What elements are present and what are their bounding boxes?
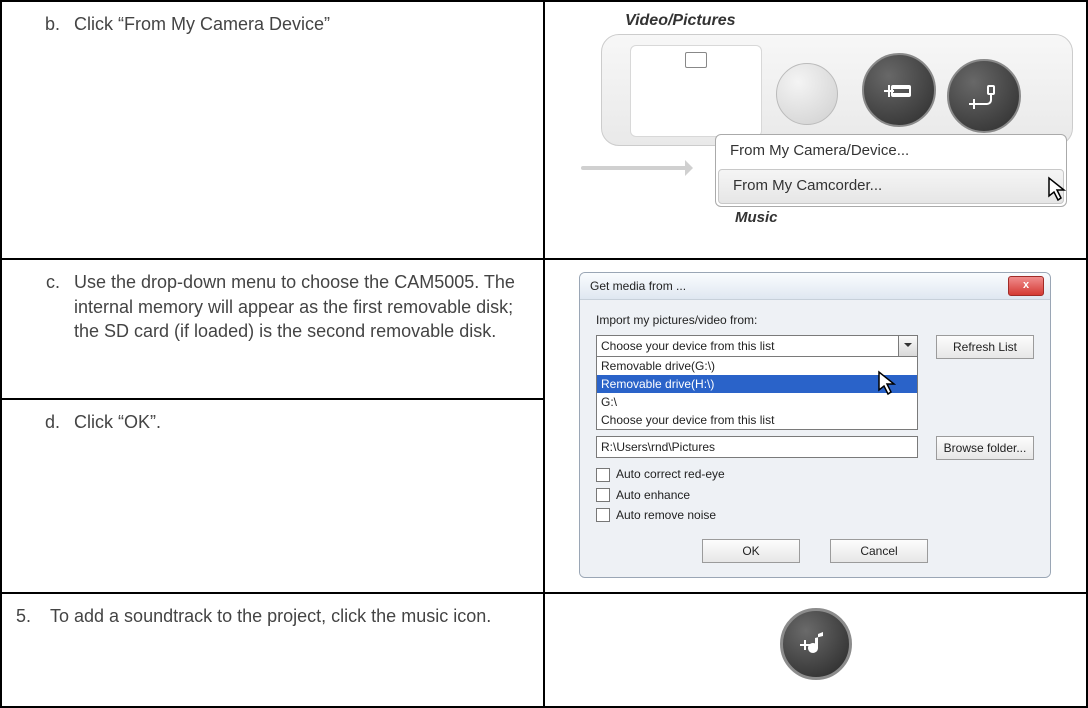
cell-d-text: d. Click “OK”. — [1, 399, 544, 593]
chevron-down-icon[interactable] — [898, 336, 917, 356]
bullet-b: b. — [36, 12, 60, 36]
vp-thumb-slot — [630, 45, 762, 137]
checkbox-remove-noise[interactable] — [596, 508, 610, 522]
checkbox-red-eye[interactable] — [596, 468, 610, 482]
cell-1b-shot: Video/Pictures From My Camera/Device... … — [544, 1, 1087, 259]
vp-knob-button[interactable] — [776, 63, 838, 125]
vp-dropdown-menu: From My Camera/Device... From My Camcord… — [715, 134, 1067, 207]
bullet-d: d. — [36, 410, 60, 434]
destination-path-field[interactable]: R:\Users\rnd\Pictures — [596, 436, 918, 458]
browse-folder-button[interactable]: Browse folder... — [936, 436, 1034, 460]
combobox-value: Choose your device from this list — [601, 338, 774, 354]
dialog-titlebar: Get media from ... x — [580, 273, 1050, 300]
get-media-dialog-shot: Get media from ... x Import my pictures/… — [549, 266, 1082, 566]
cursor-icon — [1047, 176, 1071, 210]
cell-1b-text: b. Click “From My Camera Device” — [1, 1, 544, 259]
instr-d-text: Click “OK”. — [74, 410, 529, 434]
checkbox-auto-enhance[interactable] — [596, 488, 610, 502]
import-button[interactable] — [947, 59, 1021, 133]
image-icon — [685, 52, 707, 68]
cursor-icon — [877, 370, 901, 404]
instr-b-text: Click “From My Camera Device” — [74, 12, 529, 36]
option-removable-h[interactable]: Removable drive(H:\) — [597, 375, 917, 393]
bullet-c: c. — [36, 270, 60, 343]
destination-path-value: R:\Users\rnd\Pictures — [601, 439, 715, 455]
step-number-5: 5. — [16, 604, 36, 628]
instruction-table: b. Click “From My Camera Device” Video/P… — [0, 0, 1088, 708]
label-auto-enhance: Auto enhance — [616, 487, 690, 503]
music-section-label: Music — [735, 208, 778, 228]
cell-5-text: 5. To add a soundtrack to the project, c… — [1, 593, 544, 707]
option-g[interactable]: G:\ — [597, 393, 917, 411]
vp-title: Video/Pictures — [625, 10, 736, 32]
manual-page: { "row1": { "bullet": "b.", "text": "Cli… — [0, 0, 1088, 708]
cell-5-shot — [544, 593, 1087, 707]
cell-cd-shot: Get media from ... x Import my pictures/… — [544, 259, 1087, 593]
cell-c-text: c. Use the drop-down menu to choose the … — [1, 259, 544, 399]
arrow-icon — [581, 166, 691, 170]
device-listbox: Removable drive(G:\) Removable drive(H:\… — [596, 357, 918, 431]
option-removable-g[interactable]: Removable drive(G:\) — [597, 357, 917, 375]
label-red-eye: Auto correct red-eye — [616, 466, 725, 482]
menu-item-camcorder[interactable]: From My Camcorder... — [718, 169, 1064, 203]
instr-5-text: To add a soundtrack to the project, clic… — [50, 604, 529, 628]
add-video-button[interactable] — [862, 53, 936, 127]
device-combobox[interactable]: Choose your device from this list — [596, 335, 918, 357]
refresh-list-button[interactable]: Refresh List — [936, 335, 1034, 359]
import-label: Import my pictures/video from: — [596, 312, 1034, 328]
cancel-button[interactable]: Cancel — [830, 539, 928, 563]
vp-toolbar — [601, 34, 1073, 146]
label-remove-noise: Auto remove noise — [616, 507, 716, 523]
add-music-button[interactable] — [780, 608, 852, 680]
close-button[interactable]: x — [1008, 276, 1044, 296]
video-pictures-screenshot: Video/Pictures From My Camera/Device... … — [545, 2, 1086, 232]
menu-item-camera-device[interactable]: From My Camera/Device... — [716, 135, 1066, 167]
instr-c-text: Use the drop-down menu to choose the CAM… — [74, 270, 529, 343]
option-choose[interactable]: Choose your device from this list — [597, 411, 917, 429]
get-media-dialog: Get media from ... x Import my pictures/… — [579, 272, 1051, 578]
dialog-body: Import my pictures/video from: Choose yo… — [580, 300, 1050, 577]
ok-button[interactable]: OK — [702, 539, 800, 563]
dialog-title: Get media from ... — [590, 279, 686, 293]
